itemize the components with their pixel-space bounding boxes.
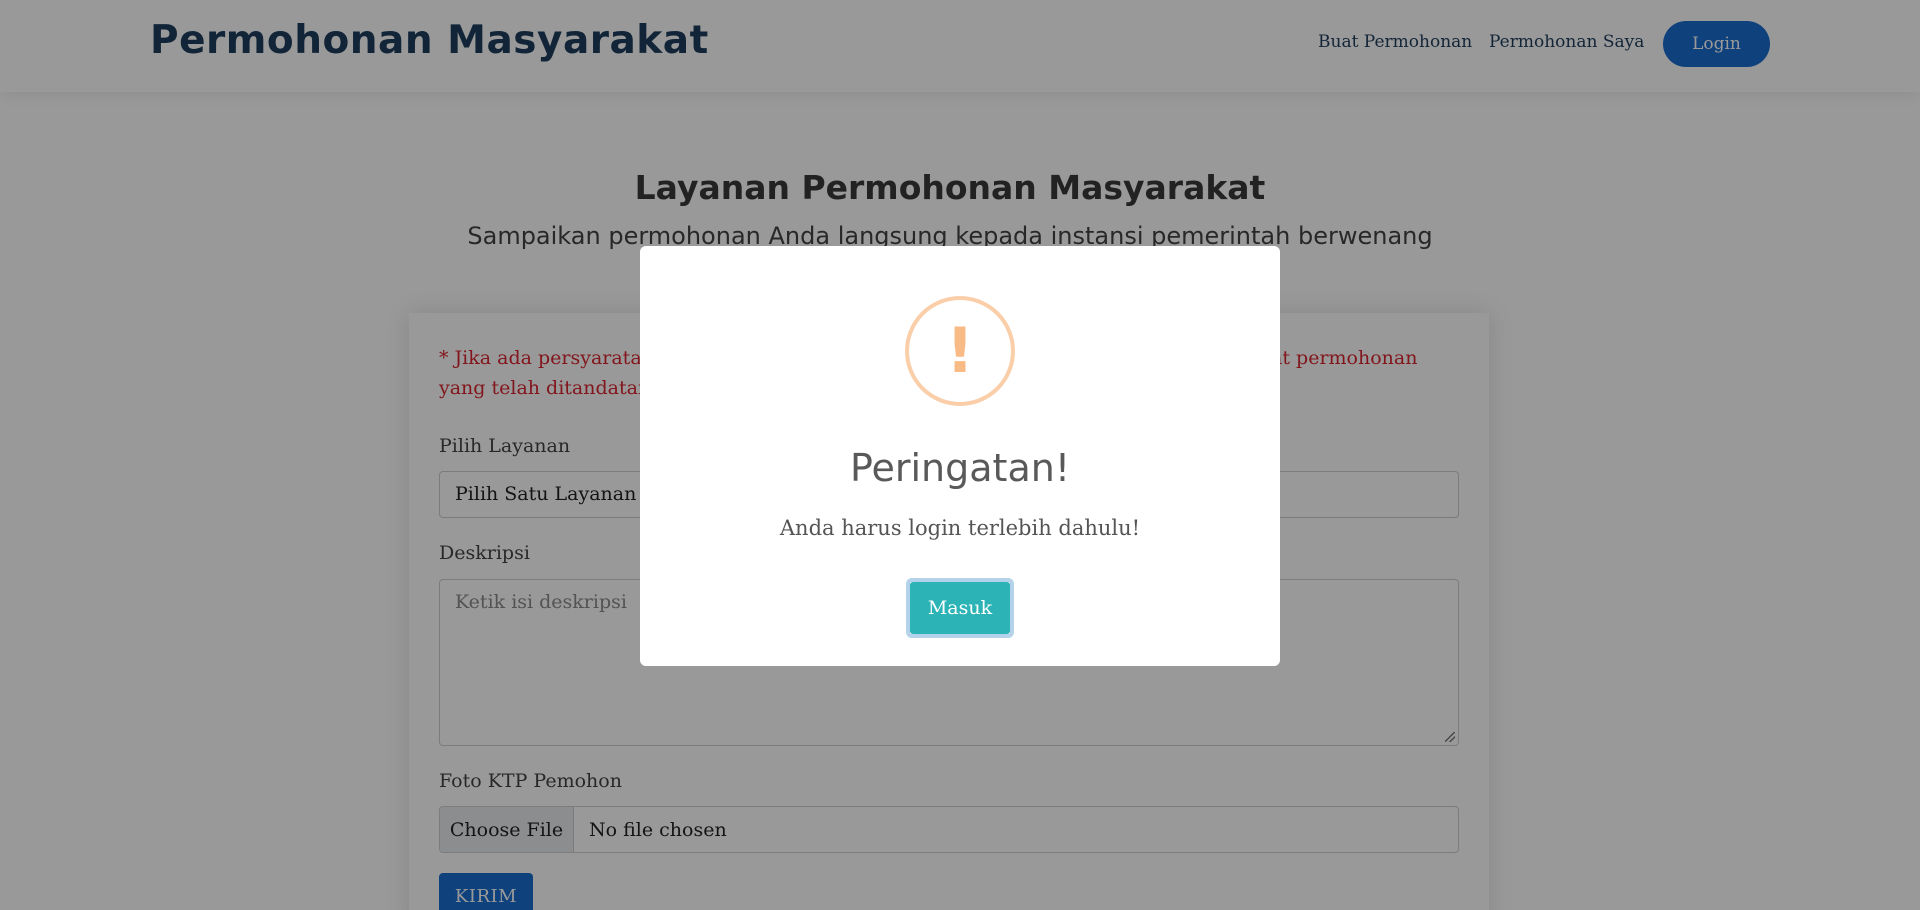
masuk-button[interactable]: Masuk: [910, 582, 1010, 634]
warning-icon: !: [905, 296, 1015, 406]
dialog-message: Anda harus login terlebih dahulu!: [779, 516, 1141, 540]
masuk-button-focus-ring[interactable]: Masuk: [906, 578, 1014, 638]
exclamation-mark: !: [945, 314, 975, 387]
warning-dialog: ! Peringatan! Anda harus login terlebih …: [640, 246, 1280, 666]
dialog-title: Peringatan!: [849, 446, 1071, 490]
